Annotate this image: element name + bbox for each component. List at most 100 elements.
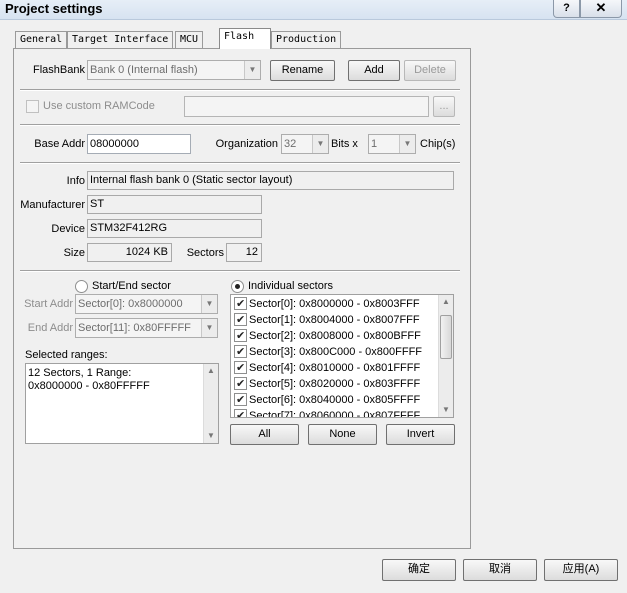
separator bbox=[20, 89, 460, 91]
chevron-down-icon: ▼ bbox=[201, 319, 217, 337]
tab-target-interface[interactable]: Target Interface bbox=[67, 31, 174, 48]
select-none-button[interactable]: None bbox=[308, 424, 377, 445]
ramcode-browse-button[interactable]: ... bbox=[433, 96, 455, 117]
sector-row-6[interactable]: Sector[6]: 0x8040000 - 0x805FFFF bbox=[231, 392, 438, 408]
sector-3-checkbox[interactable] bbox=[234, 344, 247, 360]
sector-0-checkbox[interactable] bbox=[234, 296, 247, 312]
flashbank-select[interactable]: Bank 0 (Internal flash) ▼ bbox=[87, 60, 261, 80]
sector-list: Sector[0]: 0x8000000 - 0x8003FFF Sector[… bbox=[230, 294, 454, 418]
size-label: Size bbox=[63, 247, 85, 259]
help-button[interactable]: ? bbox=[553, 0, 580, 18]
sector-4-label: Sector[4]: 0x8010000 - 0x801FFFF bbox=[249, 362, 421, 374]
chips-select[interactable]: 1 ▼ bbox=[368, 134, 416, 154]
help-icon: ? bbox=[563, 2, 570, 14]
separator bbox=[20, 270, 460, 272]
cancel-button[interactable]: 取消 bbox=[463, 559, 537, 581]
use-custom-ramcode-label: Use custom RAMCode bbox=[43, 100, 155, 112]
flashbank-label: FlashBank bbox=[33, 64, 85, 76]
sector-2-checkbox[interactable] bbox=[234, 328, 247, 344]
selected-ranges-box: 12 Sectors, 1 Range: 0x8000000 - 0x80FFF… bbox=[25, 363, 219, 444]
close-icon: ✕ bbox=[595, 0, 607, 15]
separator bbox=[20, 162, 460, 164]
chevron-down-icon: ▼ bbox=[201, 295, 217, 313]
chevron-down-icon: ▼ bbox=[312, 135, 328, 153]
select-all-button[interactable]: All bbox=[230, 424, 299, 445]
sector-6-label: Sector[6]: 0x8040000 - 0x805FFFF bbox=[249, 394, 421, 406]
selected-ranges-scrollbar[interactable]: ▲ ▼ bbox=[203, 364, 218, 443]
sector-4-checkbox[interactable] bbox=[234, 360, 247, 376]
manufacturer-label: Manufacturer bbox=[20, 199, 85, 211]
sector-list-scrollbar[interactable]: ▲ ▼ bbox=[438, 295, 453, 417]
bits-select[interactable]: 32 ▼ bbox=[281, 134, 329, 154]
use-custom-ramcode-checkbox[interactable] bbox=[26, 100, 39, 113]
separator bbox=[20, 124, 460, 126]
chevron-down-icon: ▼ bbox=[244, 61, 260, 79]
chips-select-value: 1 bbox=[371, 138, 378, 150]
start-end-sector-label: Start/End sector bbox=[92, 280, 171, 292]
sector-1-label: Sector[1]: 0x8004000 - 0x8007FFF bbox=[249, 314, 420, 326]
scroll-up-icon[interactable]: ▲ bbox=[204, 364, 218, 378]
close-button[interactable]: ✕ bbox=[580, 0, 622, 18]
base-addr-label: Base Addr bbox=[34, 138, 85, 150]
scroll-down-icon[interactable]: ▼ bbox=[204, 429, 218, 443]
sector-1-checkbox[interactable] bbox=[234, 312, 247, 328]
tab-general[interactable]: General bbox=[15, 31, 68, 48]
sectors-label: Sectors bbox=[186, 247, 224, 259]
ok-button[interactable]: 确定 bbox=[382, 559, 456, 581]
chips-label: Chip(s) bbox=[420, 138, 456, 150]
start-addr-select[interactable]: Sector[0]: 0x8000000 ▼ bbox=[75, 294, 218, 314]
ramcode-path-field[interactable] bbox=[184, 96, 429, 117]
sector-7-checkbox[interactable] bbox=[234, 408, 247, 417]
end-addr-label: End Addr bbox=[27, 322, 73, 334]
chevron-down-icon: ▼ bbox=[399, 135, 415, 153]
apply-button[interactable]: 应用(A) bbox=[544, 559, 618, 581]
end-addr-select-value: Sector[11]: 0x80FFFFF bbox=[78, 322, 191, 334]
delete-button[interactable]: Delete bbox=[404, 60, 456, 81]
individual-sectors-label: Individual sectors bbox=[248, 280, 333, 292]
sector-3-label: Sector[3]: 0x800C000 - 0x800FFFF bbox=[249, 346, 423, 358]
sector-row-4[interactable]: Sector[4]: 0x8010000 - 0x801FFFF bbox=[231, 360, 438, 376]
sector-row-7[interactable]: Sector[7]: 0x8060000 - 0x807FFFF bbox=[231, 408, 438, 418]
sector-5-checkbox[interactable] bbox=[234, 376, 247, 392]
sector-row-0[interactable]: Sector[0]: 0x8000000 - 0x8003FFF bbox=[231, 296, 438, 312]
scroll-up-icon[interactable]: ▲ bbox=[439, 295, 453, 309]
sector-row-3[interactable]: Sector[3]: 0x800C000 - 0x800FFFF bbox=[231, 344, 438, 360]
device-value: STM32F412RG bbox=[87, 219, 262, 238]
scroll-down-icon[interactable]: ▼ bbox=[439, 403, 453, 417]
individual-sectors-radio[interactable] bbox=[231, 280, 244, 293]
selected-ranges-line1: 12 Sectors, 1 Range: bbox=[28, 367, 132, 379]
scrollbar-thumb[interactable] bbox=[440, 315, 452, 359]
sectors-value: 12 bbox=[226, 243, 262, 262]
base-addr-input[interactable]: 08000000 bbox=[87, 134, 191, 154]
bits-select-value: 32 bbox=[284, 138, 297, 150]
info-label: Info bbox=[66, 175, 85, 187]
end-addr-select[interactable]: Sector[11]: 0x80FFFFF ▼ bbox=[75, 318, 218, 338]
sector-5-label: Sector[5]: 0x8020000 - 0x803FFFF bbox=[249, 378, 421, 390]
sector-2-label: Sector[2]: 0x8008000 - 0x800BFFF bbox=[249, 330, 421, 342]
info-value: Internal flash bank 0 (Static sector lay… bbox=[87, 171, 454, 190]
sector-rows: Sector[0]: 0x8000000 - 0x8003FFF Sector[… bbox=[231, 296, 438, 418]
bits-label: Bits x bbox=[331, 138, 358, 150]
selected-ranges-line2: 0x8000000 - 0x80FFFFF bbox=[28, 380, 150, 392]
flashbank-select-value: Bank 0 (Internal flash) bbox=[90, 64, 198, 76]
tab-production[interactable]: Production bbox=[271, 31, 342, 48]
sector-0-label: Sector[0]: 0x8000000 - 0x8003FFF bbox=[249, 298, 420, 310]
add-button[interactable]: Add bbox=[348, 60, 400, 81]
sector-row-2[interactable]: Sector[2]: 0x8008000 - 0x800BFFF bbox=[231, 328, 438, 344]
sector-6-checkbox[interactable] bbox=[234, 392, 247, 408]
tab-mcu[interactable]: MCU bbox=[175, 31, 204, 48]
device-label: Device bbox=[51, 223, 85, 235]
start-end-sector-radio[interactable] bbox=[75, 280, 88, 293]
invert-selection-button[interactable]: Invert bbox=[386, 424, 455, 445]
window-title: Project settings bbox=[5, 1, 103, 16]
tab-flash[interactable]: Flash bbox=[219, 28, 271, 49]
selected-ranges-label: Selected ranges: bbox=[25, 349, 108, 361]
organization-label: Organization bbox=[215, 138, 278, 150]
start-addr-label: Start Addr bbox=[24, 298, 73, 310]
start-addr-select-value: Sector[0]: 0x8000000 bbox=[78, 298, 183, 310]
manufacturer-value: ST bbox=[87, 195, 262, 214]
sector-row-5[interactable]: Sector[5]: 0x8020000 - 0x803FFFF bbox=[231, 376, 438, 392]
sector-7-label: Sector[7]: 0x8060000 - 0x807FFFF bbox=[249, 410, 421, 418]
sector-row-1[interactable]: Sector[1]: 0x8004000 - 0x8007FFF bbox=[231, 312, 438, 328]
rename-button[interactable]: Rename bbox=[270, 60, 335, 81]
